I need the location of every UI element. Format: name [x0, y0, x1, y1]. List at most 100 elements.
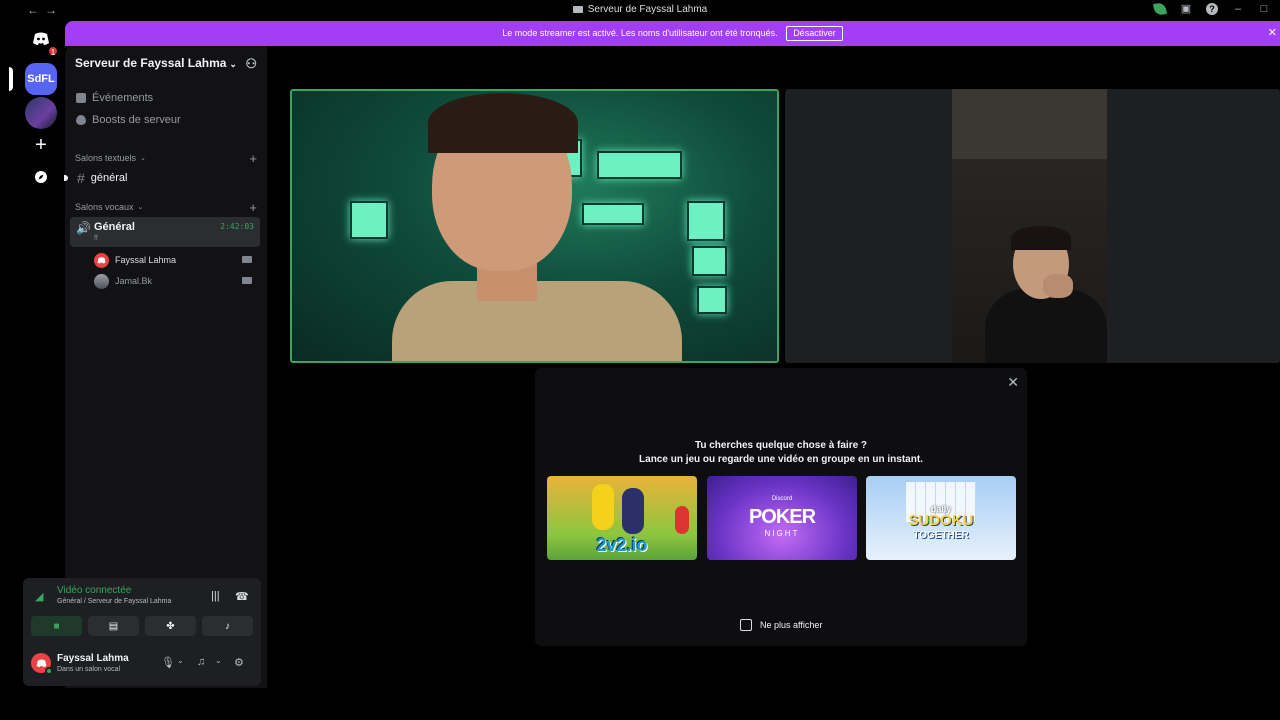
server-name: Serveur de Fayssal Lahma [75, 56, 227, 70]
camera-icon [242, 256, 252, 263]
help-icon[interactable]: ? [1206, 3, 1218, 15]
participant-hand [1043, 274, 1073, 298]
close-banner-icon[interactable]: ✕ [1268, 21, 1277, 46]
explore-compass-icon[interactable] [25, 161, 57, 193]
title-bar: ←→ Serveur de Fayssal Lahma ▣ ? – □ [0, 0, 1280, 21]
events-link[interactable]: Événements [76, 89, 153, 107]
server-icon [572, 5, 583, 13]
monitor-graphic [697, 286, 727, 314]
window-controls: ▣ ? – □ [1153, 2, 1270, 16]
character-figure [675, 506, 689, 534]
voice-user[interactable]: Fayssal Lahma [94, 250, 256, 270]
text-channels-category[interactable]: Salons textuels ⌄ + [75, 151, 257, 166]
voice-location: Général / Serveur de Fayssal Lahma [57, 598, 172, 605]
gear-icon[interactable]: ⚙ [234, 656, 244, 669]
add-text-channel-icon[interactable]: + [249, 151, 257, 166]
user-status: Dans un salon vocal [57, 666, 121, 673]
nitro-leaf-icon[interactable] [1153, 2, 1167, 16]
minimize-icon[interactable]: – [1232, 3, 1244, 15]
activity-card-poker[interactable]: Discord POKER NIGHT [707, 476, 857, 560]
voice-action-buttons: ■ ▤ ✤ ♪ [31, 616, 253, 636]
chevron-down-icon: ⌄ [137, 204, 144, 211]
headphones-icon[interactable]: ♫ [197, 656, 205, 668]
voice-timer: 2:42:03 [220, 222, 254, 231]
add-server-icon[interactable]: + [25, 129, 57, 161]
card-title: 2v2.io [596, 535, 648, 555]
hair [428, 93, 578, 153]
voice-connection-panel: ◢ Vidéo connectée Général / Serveur de F… [23, 578, 261, 686]
server-boosts-link[interactable]: Boosts de serveur [76, 111, 181, 129]
server-sdfl[interactable]: SdFL [25, 63, 57, 95]
voice-user[interactable]: Jamal.Bk [94, 271, 256, 291]
maximize-icon[interactable]: □ [1258, 3, 1270, 15]
video-tile-participant[interactable] [785, 89, 1280, 363]
voice-status[interactable]: Vidéo connectée [57, 585, 131, 596]
server-header[interactable]: Serveur de Fayssal Lahma ⌄ ⚇ [75, 56, 257, 76]
chevron-down-icon[interactable]: ⌄ [177, 656, 184, 665]
inbox-icon[interactable]: ▣ [1180, 3, 1192, 15]
channel-general-text[interactable]: # général [64, 167, 261, 189]
voice-call-area: ✕ Tu cherches quelque chose à faire ? La… [267, 46, 1280, 688]
card-subtitle: TOGETHER [913, 530, 969, 541]
hash-icon: # [77, 170, 85, 186]
camera-button[interactable]: ■ [31, 616, 82, 636]
user-bar: Fayssal Lahma Dans un salon vocal 🎙 ⌄ ♫ … [23, 650, 261, 682]
dont-show-again-checkbox[interactable]: Ne plus afficher [740, 619, 822, 631]
character-figure [592, 484, 614, 530]
banner-text: Le mode streamer est activé. Les noms d'… [502, 28, 778, 38]
close-icon[interactable]: ✕ [1007, 374, 1019, 391]
events-label: Événements [92, 92, 154, 104]
torso [392, 281, 682, 361]
unread-indicator [64, 175, 68, 181]
participant-hair [1011, 226, 1071, 250]
discord-logo-icon [33, 32, 49, 45]
video-tile-speaking[interactable] [290, 89, 779, 363]
voice-channel-general[interactable]: 🔊 Général ff 2:42:03 [70, 217, 260, 247]
voice-channel-status: ff [94, 235, 98, 242]
text-category-label: Salons textuels [75, 153, 137, 163]
camera-icon [242, 277, 252, 284]
chevron-down-icon: ⌄ [229, 59, 237, 69]
voice-user-name: Jamal.Bk [115, 276, 153, 286]
window-title: Serveur de Fayssal Lahma [0, 4, 1280, 15]
monitor-graphic [350, 201, 388, 239]
activity-card-2v2[interactable]: 2v2.io [547, 476, 697, 560]
noise-suppression-icon[interactable]: ||| [211, 590, 220, 602]
window-title-text: Serveur de Fayssal Lahma [587, 4, 708, 15]
boost-icon [76, 115, 86, 125]
card-brand: Discord [771, 496, 793, 502]
online-status-dot [45, 667, 53, 675]
room-door [952, 89, 1107, 159]
soundboard-button[interactable]: ♪ [202, 616, 253, 636]
microphone-icon[interactable]: 🎙 [161, 656, 175, 669]
speaker-person [392, 93, 682, 361]
calendar-icon [76, 93, 86, 103]
selected-server-pill [9, 67, 13, 91]
checkbox-box[interactable] [740, 619, 752, 631]
avatar [94, 273, 109, 289]
card-title: POKER [748, 506, 816, 528]
disable-streamer-button[interactable]: Désactiver [786, 26, 843, 42]
voice-user-name: Fayssal Lahma [115, 255, 177, 265]
invite-people-icon[interactable]: ⚇ [245, 56, 257, 72]
checkbox-label: Ne plus afficher [760, 620, 823, 630]
disconnect-icon[interactable]: ☎ [235, 590, 249, 603]
card-title: SUDOKU [908, 512, 974, 529]
chevron-down-icon: ⌄ [140, 155, 146, 162]
user-name: Fayssal Lahma [57, 653, 129, 664]
notification-badge: 1 [47, 45, 59, 57]
add-voice-channel-icon[interactable]: + [249, 200, 257, 215]
server-avatar-2[interactable] [25, 97, 57, 129]
character-figure [622, 488, 644, 534]
activities-button[interactable]: ✤ [145, 616, 196, 636]
voice-channels-category[interactable]: Salons vocaux ⌄ + [75, 200, 257, 215]
screen-share-button[interactable]: ▤ [88, 616, 139, 636]
participant-body [985, 289, 1107, 363]
streamer-mode-banner: Le mode streamer est activé. Les noms d'… [65, 21, 1280, 46]
card-subtitle: NIGHT [764, 529, 800, 538]
speaker-icon: 🔊 [76, 221, 91, 235]
activity-card-sudoku[interactable]: daily SUDOKU TOGETHER [866, 476, 1016, 560]
chevron-down-icon[interactable]: ⌄ [215, 656, 222, 665]
home-button[interactable]: 1 [25, 23, 59, 57]
activity-suggestion-popup: ✕ Tu cherches quelque chose à faire ? La… [535, 368, 1027, 646]
